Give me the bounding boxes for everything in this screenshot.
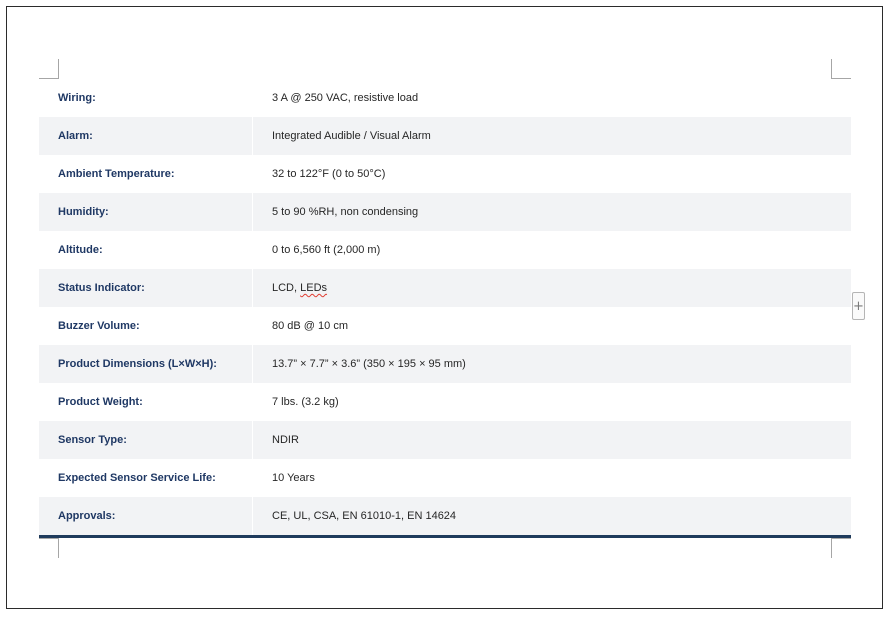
spec-value[interactable]: 0 to 6,560 ft (2,000 m) <box>253 231 851 269</box>
spec-value[interactable]: LCD, LEDs <box>253 269 851 307</box>
margin-corner-top-right <box>831 59 851 79</box>
spec-label[interactable]: Buzzer Volume: <box>39 307 253 345</box>
table-row[interactable]: Expected Sensor Service Life: 10 Years <box>39 459 851 497</box>
spec-value[interactable]: NDIR <box>253 421 851 459</box>
table-row[interactable]: Status Indicator: LCD, LEDs <box>39 269 851 307</box>
spec-label[interactable]: Status Indicator: <box>39 269 253 307</box>
spec-label[interactable]: Altitude: <box>39 231 253 269</box>
spec-value[interactable]: CE, UL, CSA, EN 61010-1, EN 14624 <box>253 497 851 535</box>
spec-label[interactable]: Alarm: <box>39 117 253 155</box>
plus-icon: + <box>853 299 864 314</box>
table-row[interactable]: Alarm: Integrated Audible / Visual Alarm <box>39 117 851 155</box>
spec-value[interactable]: 10 Years <box>253 459 851 497</box>
table-row[interactable]: Altitude: 0 to 6,560 ft (2,000 m) <box>39 231 851 269</box>
spec-label[interactable]: Approvals: <box>39 497 253 535</box>
spec-value[interactable]: 7 lbs. (3.2 kg) <box>253 383 851 421</box>
table-row[interactable]: Product Weight: 7 lbs. (3.2 kg) <box>39 383 851 421</box>
spec-value[interactable]: 13.7” × 7.7” × 3.6” (350 × 195 × 95 mm) <box>253 345 851 383</box>
table-row[interactable]: Product Dimensions (L×W×H): 13.7” × 7.7”… <box>39 345 851 383</box>
spec-label[interactable]: Ambient Temperature: <box>39 155 253 193</box>
specifications-table[interactable]: Wiring: 3 A @ 250 VAC, resistive load Al… <box>39 79 851 538</box>
spec-value[interactable]: 3 A @ 250 VAC, resistive load <box>253 79 851 117</box>
spec-label[interactable]: Product Dimensions (L×W×H): <box>39 345 253 383</box>
spec-label[interactable]: Humidity: <box>39 193 253 231</box>
margin-corner-bottom-right <box>831 538 851 558</box>
spec-label[interactable]: Sensor Type: <box>39 421 253 459</box>
table-row[interactable]: Wiring: 3 A @ 250 VAC, resistive load <box>39 79 851 117</box>
table-row[interactable]: Buzzer Volume: 80 dB @ 10 cm <box>39 307 851 345</box>
table-row[interactable]: Ambient Temperature: 32 to 122°F (0 to 5… <box>39 155 851 193</box>
spellcheck-flagged-word[interactable]: LEDs <box>300 282 327 294</box>
table-row[interactable]: Sensor Type: NDIR <box>39 421 851 459</box>
spec-value[interactable]: 5 to 90 %RH, non condensing <box>253 193 851 231</box>
spec-label[interactable]: Wiring: <box>39 79 253 117</box>
spec-value[interactable]: 80 dB @ 10 cm <box>253 307 851 345</box>
spec-label[interactable]: Product Weight: <box>39 383 253 421</box>
add-row-button[interactable]: + <box>852 292 865 320</box>
table-row[interactable]: Humidity: 5 to 90 %RH, non condensing <box>39 193 851 231</box>
table-row[interactable]: Approvals: CE, UL, CSA, EN 61010-1, EN 1… <box>39 497 851 535</box>
spec-value-text: LCD, <box>272 282 298 294</box>
spec-value[interactable]: Integrated Audible / Visual Alarm <box>253 117 851 155</box>
margin-corner-top-left <box>39 59 59 79</box>
spec-label[interactable]: Expected Sensor Service Life: <box>39 459 253 497</box>
margin-corner-bottom-left <box>39 538 59 558</box>
spec-value[interactable]: 32 to 122°F (0 to 50°C) <box>253 155 851 193</box>
